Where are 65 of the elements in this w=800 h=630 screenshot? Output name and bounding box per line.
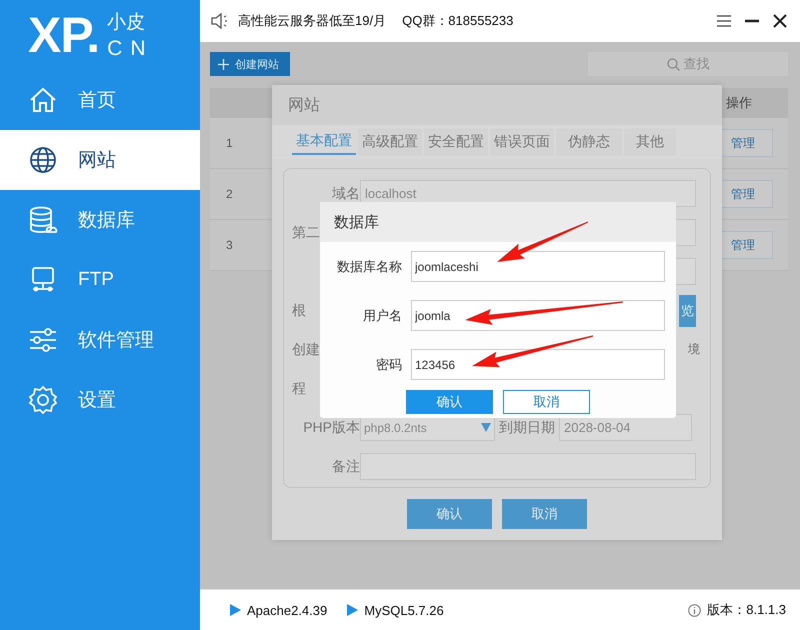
info-icon xyxy=(688,604,702,616)
field-label: 用户名 xyxy=(362,306,402,324)
sliders-icon xyxy=(28,325,58,355)
field-label: 程 xyxy=(291,380,307,398)
input-field[interactable]: joomlaceshi xyxy=(411,251,665,282)
nav-item[interactable]: 设置 xyxy=(0,370,200,430)
plus-icon xyxy=(218,58,229,70)
gear-icon xyxy=(28,385,58,415)
cancel-button[interactable]: 取消 xyxy=(502,499,587,529)
nav-item[interactable]: 数据库 xyxy=(0,190,200,250)
column-header: 操作 xyxy=(726,94,752,112)
field-label: 第二 xyxy=(291,224,321,242)
search-field[interactable]: 查找 xyxy=(588,52,788,76)
speaker-icon xyxy=(210,11,230,31)
create-site-button[interactable]: 创建网站 xyxy=(210,52,290,76)
dialog-title: 数据库 xyxy=(334,212,379,232)
field-label: 备注 xyxy=(331,458,360,476)
confirm-button[interactable]: 确认 xyxy=(406,390,493,414)
tab[interactable]: 错误页面 xyxy=(490,129,554,155)
tab[interactable]: 高级配置 xyxy=(358,129,422,155)
row-number: 3 xyxy=(226,238,233,252)
search-placeholder: 查找 xyxy=(684,55,710,73)
browse-button[interactable]: 览 xyxy=(679,294,696,326)
row-number: 2 xyxy=(226,187,233,201)
tab[interactable]: 基本配置 xyxy=(292,129,356,155)
nav-item[interactable]: FTP xyxy=(0,250,200,310)
select-value: php8.0.2nts xyxy=(364,420,427,434)
field-label: 域名 xyxy=(331,184,360,202)
play-icon xyxy=(230,604,241,616)
row-number: 1 xyxy=(226,136,233,150)
field-label: 根 xyxy=(291,302,307,320)
field-label: 数据库名称 xyxy=(336,258,402,276)
version-label: 版本：8.1.1.3 xyxy=(707,601,786,619)
logo-mark: XP. xyxy=(28,6,100,64)
field-label: 到期日期 xyxy=(498,418,556,436)
logo-suffix: CN xyxy=(107,37,154,61)
globe-icon xyxy=(28,145,58,175)
menu-icon[interactable] xyxy=(716,13,732,29)
tab[interactable]: 安全配置 xyxy=(424,129,488,155)
service-label: Apache2.4.39 xyxy=(247,602,328,618)
nav-item[interactable]: 网站 xyxy=(0,130,200,190)
field-label: PHP版本 xyxy=(302,418,360,436)
dialog-title: 网站 xyxy=(288,96,320,116)
cancel-button[interactable]: 取消 xyxy=(503,390,590,414)
qq-group-text: QQ群：818555233 xyxy=(402,12,514,30)
nav-item[interactable]: 首页 xyxy=(0,70,200,130)
field-label: 密码 xyxy=(375,356,402,374)
database-icon xyxy=(28,205,58,235)
tab[interactable]: 其他 xyxy=(624,129,676,155)
tab[interactable]: 伪静态 xyxy=(556,129,622,155)
field-label: 创建 xyxy=(291,340,321,358)
service-label: MySQL5.7.26 xyxy=(364,602,444,618)
nav-item[interactable]: 软件管理 xyxy=(0,310,200,370)
caret-icon xyxy=(481,423,491,432)
close-icon[interactable] xyxy=(772,13,788,29)
notice-text: 高性能云服务器低至19/月 xyxy=(238,12,386,30)
input-field[interactable]: joomla xyxy=(411,300,665,331)
play-icon xyxy=(347,604,358,616)
input-field[interactable]: 123456 xyxy=(411,349,665,380)
logo-name: 小皮 xyxy=(107,11,146,35)
home-icon xyxy=(28,85,58,115)
search-icon xyxy=(666,58,680,70)
option-label: 境 xyxy=(688,341,700,358)
confirm-button[interactable]: 确认 xyxy=(407,499,492,529)
input-field[interactable] xyxy=(360,453,696,480)
